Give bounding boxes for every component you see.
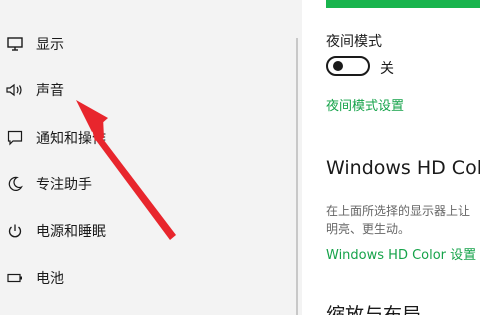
sidebar-item-notifications[interactable]: 通知和操作 — [0, 120, 290, 156]
sidebar-item-label: 专注助手 — [36, 177, 92, 193]
sidebar-item-label: 电池 — [36, 271, 64, 287]
settings-sidebar: 显示 声音 通知和操作 专注助手 电源和睡眠 电池 — [0, 0, 302, 315]
sidebar-item-battery[interactable]: 电池 — [0, 260, 290, 296]
night-light-settings-link[interactable]: 夜间模式设置 — [326, 95, 404, 114]
scale-layout-heading: 缩放与布局 — [326, 304, 422, 315]
night-light-toggle[interactable] — [326, 56, 370, 76]
sidebar-item-label: 通知和操作 — [36, 131, 106, 147]
sidebar-item-focus-assist[interactable]: 专注助手 — [0, 166, 290, 202]
accent-bar — [326, 0, 480, 8]
power-icon — [6, 222, 24, 240]
sidebar-item-label: 声音 — [36, 83, 64, 99]
night-light-state: 关 — [380, 61, 394, 77]
hd-color-desc-line1: 在上面所选择的显示器上让 — [326, 204, 471, 218]
battery-icon — [6, 269, 24, 287]
sidebar-item-sound[interactable]: 声音 — [0, 72, 290, 108]
sidebar-item-label: 电源和睡眠 — [36, 224, 106, 240]
sidebar-item-display[interactable]: 显示 — [0, 26, 290, 62]
speaker-icon — [6, 81, 24, 99]
toggle-knob — [333, 61, 343, 71]
hd-color-description: 在上面所选择的显示器上让 明亮、更生动。 — [326, 202, 470, 238]
sidebar-scrollbar[interactable] — [296, 38, 298, 315]
moon-icon — [6, 175, 24, 193]
sidebar-item-label: 显示 — [36, 37, 64, 53]
notification-icon — [6, 129, 24, 147]
display-settings-panel: 夜间模式 关 夜间模式设置 Windows HD Color 在上面所选择的显示… — [302, 0, 480, 315]
sidebar-item-power-sleep[interactable]: 电源和睡眠 — [0, 213, 290, 249]
hd-color-desc-line2: 明亮、更生动。 — [326, 222, 411, 236]
night-light-label: 夜间模式 — [326, 34, 382, 50]
hd-color-settings-link[interactable]: Windows HD Color 设置 — [326, 244, 476, 263]
monitor-icon — [6, 35, 24, 53]
hd-color-heading: Windows HD Color — [326, 157, 480, 179]
